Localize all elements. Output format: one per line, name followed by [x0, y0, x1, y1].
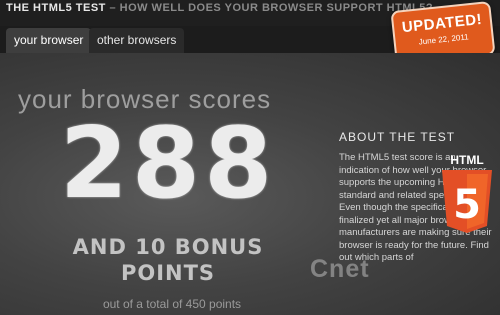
site-title-name: THE HTML5 TEST	[6, 2, 106, 14]
about-heading: ABOUT THE TEST	[339, 130, 456, 144]
html5-logo-number: 5	[453, 182, 481, 228]
html5-logo-text: HTML	[450, 153, 483, 167]
tab-your-browser[interactable]: your browser	[6, 28, 92, 53]
watermark: Cnet	[310, 255, 370, 283]
site-title[interactable]: THE HTML5 TEST – HOW WELL DOES YOUR BROW…	[6, 2, 433, 14]
site-tagline: – HOW WELL DOES YOUR BROWSER SUPPORT HTM…	[105, 2, 434, 14]
score-value: 288	[59, 107, 277, 221]
tab-other-browsers[interactable]: other browsers	[89, 28, 185, 53]
bonus-points: AND 10 BONUS POINTS	[72, 235, 264, 285]
html5-logo-icon: HTML 5	[440, 152, 494, 236]
total-points: out of a total of 450 points	[102, 297, 242, 311]
